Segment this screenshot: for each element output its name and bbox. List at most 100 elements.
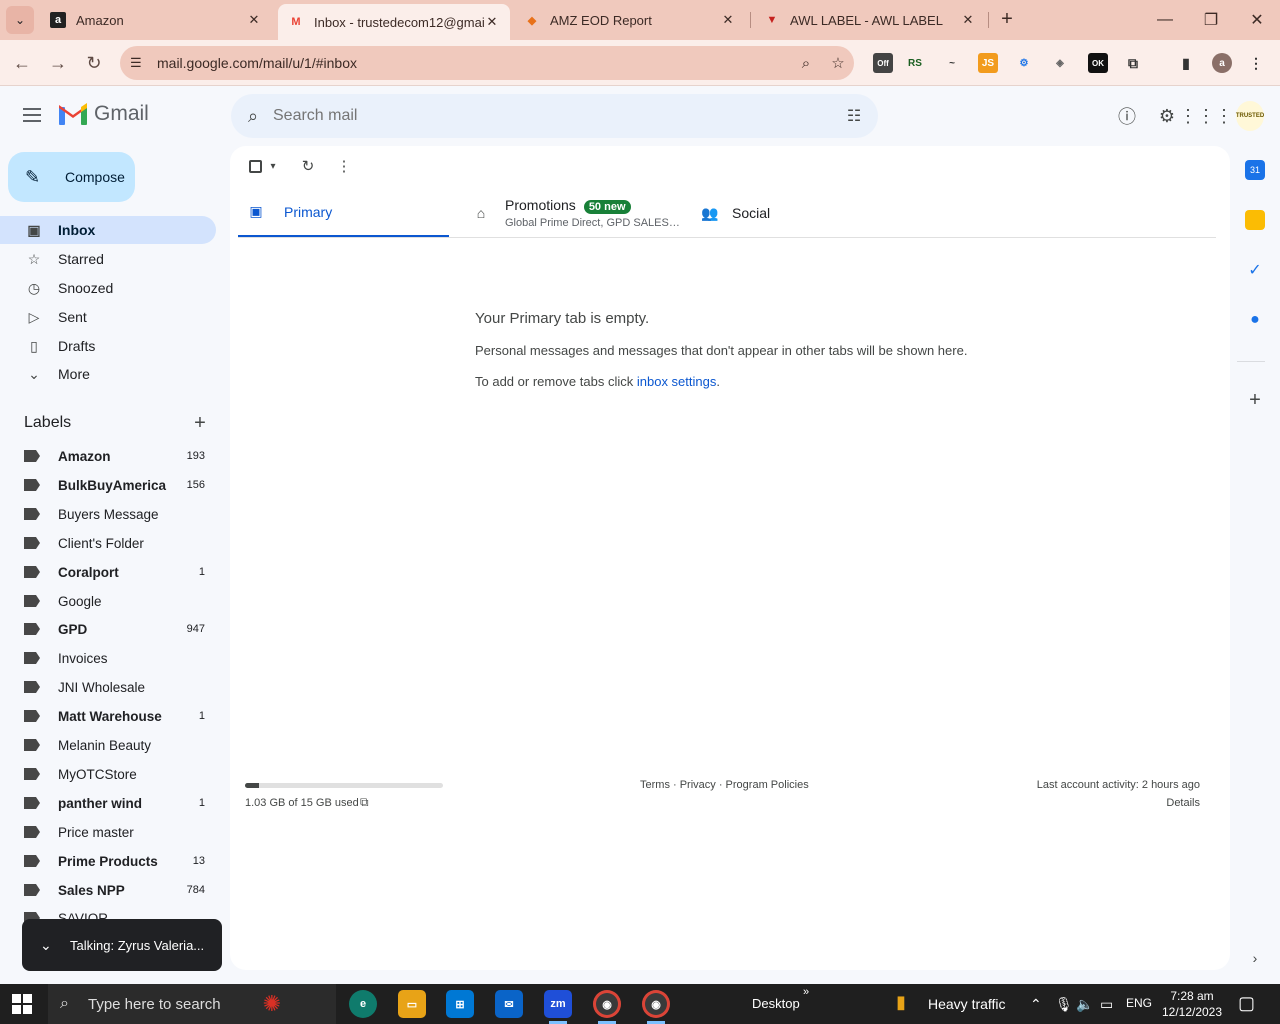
tab-primary[interactable]: ▣ Primary bbox=[238, 188, 449, 238]
label-item[interactable]: GPD 947 bbox=[0, 615, 216, 643]
label-item[interactable]: MyOTCStore bbox=[0, 760, 216, 788]
calendar-icon[interactable]: 31 bbox=[1245, 160, 1265, 180]
extension-off-icon[interactable]: Off bbox=[873, 53, 893, 73]
chrome-profile-icon[interactable]: ◉ bbox=[642, 990, 670, 1018]
extension-ok-icon[interactable]: OK bbox=[1088, 53, 1108, 73]
file-explorer-icon[interactable]: ▭ bbox=[398, 990, 426, 1018]
details-link[interactable]: Details bbox=[1166, 797, 1200, 809]
label-item[interactable]: Matt Warehouse 1 bbox=[0, 702, 216, 730]
inbox-settings-link[interactable]: inbox settings bbox=[637, 374, 717, 389]
microphone-icon[interactable]: 🎙 bbox=[1055, 996, 1073, 1013]
nav-drafts[interactable]: ▯ Drafts bbox=[0, 332, 216, 360]
zoom-app-icon[interactable]: zm bbox=[544, 990, 572, 1018]
toolbar-overflow-icon[interactable]: » bbox=[803, 986, 809, 998]
microsoft-store-icon[interactable]: ⊞ bbox=[446, 990, 474, 1018]
select-all-checkbox[interactable] bbox=[245, 156, 265, 176]
keep-icon[interactable] bbox=[1245, 210, 1265, 230]
close-tab-icon[interactable]: ✕ bbox=[960, 12, 976, 28]
add-label-icon[interactable]: + bbox=[190, 412, 210, 435]
browser-tab-amazon[interactable]: a Amazon ✕ bbox=[40, 4, 272, 36]
search-input[interactable] bbox=[273, 107, 830, 125]
nav-inbox[interactable]: ▣ Inbox bbox=[0, 216, 216, 244]
label-item[interactable]: Buyers Message bbox=[0, 500, 216, 528]
browser-tab-awl-label[interactable]: ▼ AWL LABEL - AWL LABEL ✕ bbox=[754, 4, 986, 36]
search-icon[interactable]: ⌕ bbox=[233, 106, 273, 127]
settings-gear-icon[interactable]: ⚙ bbox=[1155, 104, 1179, 128]
label-item[interactable]: Prime Products 13 bbox=[0, 847, 216, 875]
label-item[interactable]: Client's Folder bbox=[0, 529, 216, 557]
windows-start-icon[interactable] bbox=[12, 994, 32, 1014]
search-bar[interactable]: ⌕ ☷ bbox=[231, 94, 878, 138]
browser-menu-icon[interactable]: ⋮ bbox=[1246, 53, 1266, 73]
back-button[interactable]: ← bbox=[8, 49, 36, 77]
address-bar[interactable]: ☰ mail.google.com/mail/u/1/#inbox ⌕ ☆ bbox=[120, 46, 854, 80]
close-tab-icon[interactable]: ✕ bbox=[246, 12, 262, 28]
close-tab-icon[interactable]: ✕ bbox=[484, 14, 500, 30]
label-item[interactable]: JNI Wholesale bbox=[0, 673, 216, 701]
main-menu-icon[interactable] bbox=[20, 104, 44, 128]
network-icon[interactable]: ▭ bbox=[1100, 996, 1113, 1013]
footer-links[interactable]: Terms · Privacy · Program Policies bbox=[640, 779, 809, 791]
select-dropdown-icon[interactable]: ▾ bbox=[263, 156, 283, 176]
label-item[interactable]: Google bbox=[0, 587, 216, 615]
chrome-app-icon[interactable]: ◉ bbox=[593, 990, 621, 1018]
url-text[interactable]: mail.google.com/mail/u/1/#inbox bbox=[157, 55, 790, 71]
tray-overflow-chevron-icon[interactable]: ⌃ bbox=[1030, 996, 1042, 1013]
label-item[interactable]: Coralport 1 bbox=[0, 558, 216, 586]
browser-tab-amz-eod[interactable]: ◆ AMZ EOD Report ✕ bbox=[514, 4, 746, 36]
language-indicator[interactable]: ENG bbox=[1126, 996, 1152, 1010]
extension-wave-icon[interactable]: ~ bbox=[942, 53, 962, 73]
nav-starred[interactable]: ☆ Starred bbox=[0, 245, 216, 273]
extension-js-icon[interactable]: JS bbox=[978, 53, 998, 73]
nav-snoozed[interactable]: ◷ Snoozed bbox=[0, 274, 216, 302]
label-item[interactable]: Price master bbox=[0, 818, 216, 846]
browser-tab-inbox[interactable]: M Inbox - trustedecom12@gmail.com ✕ bbox=[278, 4, 510, 40]
label-item[interactable]: Melanin Beauty bbox=[0, 731, 216, 759]
label-item[interactable]: panther wind 1 bbox=[0, 789, 216, 817]
edge-browser-icon[interactable]: e bbox=[349, 990, 377, 1018]
extension-gear-icon[interactable]: ⚙ bbox=[1014, 53, 1034, 73]
google-apps-icon[interactable]: ⋮⋮⋮ bbox=[1179, 104, 1233, 128]
minimize-button[interactable]: — bbox=[1142, 0, 1188, 40]
weather-widget-text[interactable]: Heavy traffic bbox=[928, 996, 1006, 1012]
label-item[interactable]: Amazon 193 bbox=[0, 442, 216, 470]
taskbar-search-box[interactable]: ⌕ Type here to search ✺ bbox=[48, 984, 336, 1024]
bookmark-star-icon[interactable]: ☆ bbox=[822, 54, 854, 72]
show-side-panel-icon[interactable]: › bbox=[1245, 948, 1265, 968]
chevron-down-icon[interactable]: ⌄ bbox=[40, 937, 64, 954]
help-icon[interactable]: ⓘ bbox=[1115, 104, 1139, 128]
get-addons-icon[interactable]: + bbox=[1245, 389, 1265, 411]
system-clock[interactable]: 7:28 am 12/12/2023 bbox=[1160, 988, 1224, 1020]
new-tab-button[interactable]: + bbox=[996, 8, 1018, 30]
volume-icon[interactable]: 🔈 bbox=[1076, 996, 1093, 1013]
profile-avatar[interactable]: a bbox=[1212, 53, 1232, 73]
close-tab-icon[interactable]: ✕ bbox=[720, 12, 736, 28]
storage-usage-bar[interactable] bbox=[245, 783, 443, 788]
tasks-icon[interactable]: ✓ bbox=[1245, 260, 1265, 280]
extension-layers-icon[interactable]: ◈ bbox=[1050, 53, 1070, 73]
tab-social[interactable]: 👥 Social bbox=[700, 188, 900, 238]
more-options-icon[interactable]: ⋮ bbox=[334, 156, 354, 176]
mail-app-icon[interactable]: ✉ bbox=[495, 990, 523, 1018]
label-item[interactable]: Invoices bbox=[0, 644, 216, 672]
nav-sent[interactable]: ▷ Sent bbox=[0, 303, 216, 331]
call-toast[interactable]: ⌄ Talking: Zyrus Valeria... bbox=[22, 919, 222, 971]
reload-button[interactable]: ↻ bbox=[80, 49, 108, 77]
notifications-icon[interactable]: ▢ bbox=[1238, 993, 1255, 1014]
desktop-toolbar-label[interactable]: Desktop bbox=[752, 996, 800, 1011]
extension-rs-icon[interactable]: RS bbox=[905, 53, 925, 73]
nav-more[interactable]: ⌄ More bbox=[0, 360, 216, 388]
open-external-icon[interactable]: ⧉ bbox=[360, 795, 369, 810]
extensions-puzzle-icon[interactable]: ⧉ bbox=[1123, 53, 1143, 73]
site-info-icon[interactable]: ☰ bbox=[130, 55, 148, 71]
gmail-logo[interactable]: Gmail bbox=[58, 102, 149, 126]
forward-button[interactable]: → bbox=[44, 49, 72, 77]
restore-button[interactable]: ❐ bbox=[1188, 0, 1234, 40]
side-panel-icon[interactable]: ▮ bbox=[1176, 53, 1196, 73]
tab-promotions[interactable]: ⌂ Promotions 50 new Global Prime Direct, … bbox=[471, 188, 686, 238]
contacts-icon[interactable]: ● bbox=[1245, 310, 1265, 330]
zoom-icon[interactable]: ⌕ bbox=[790, 55, 822, 72]
compose-button[interactable]: ✎ Compose bbox=[8, 152, 135, 202]
refresh-icon[interactable]: ↻ bbox=[298, 156, 318, 176]
label-item[interactable]: Sales NPP 784 bbox=[0, 876, 216, 904]
